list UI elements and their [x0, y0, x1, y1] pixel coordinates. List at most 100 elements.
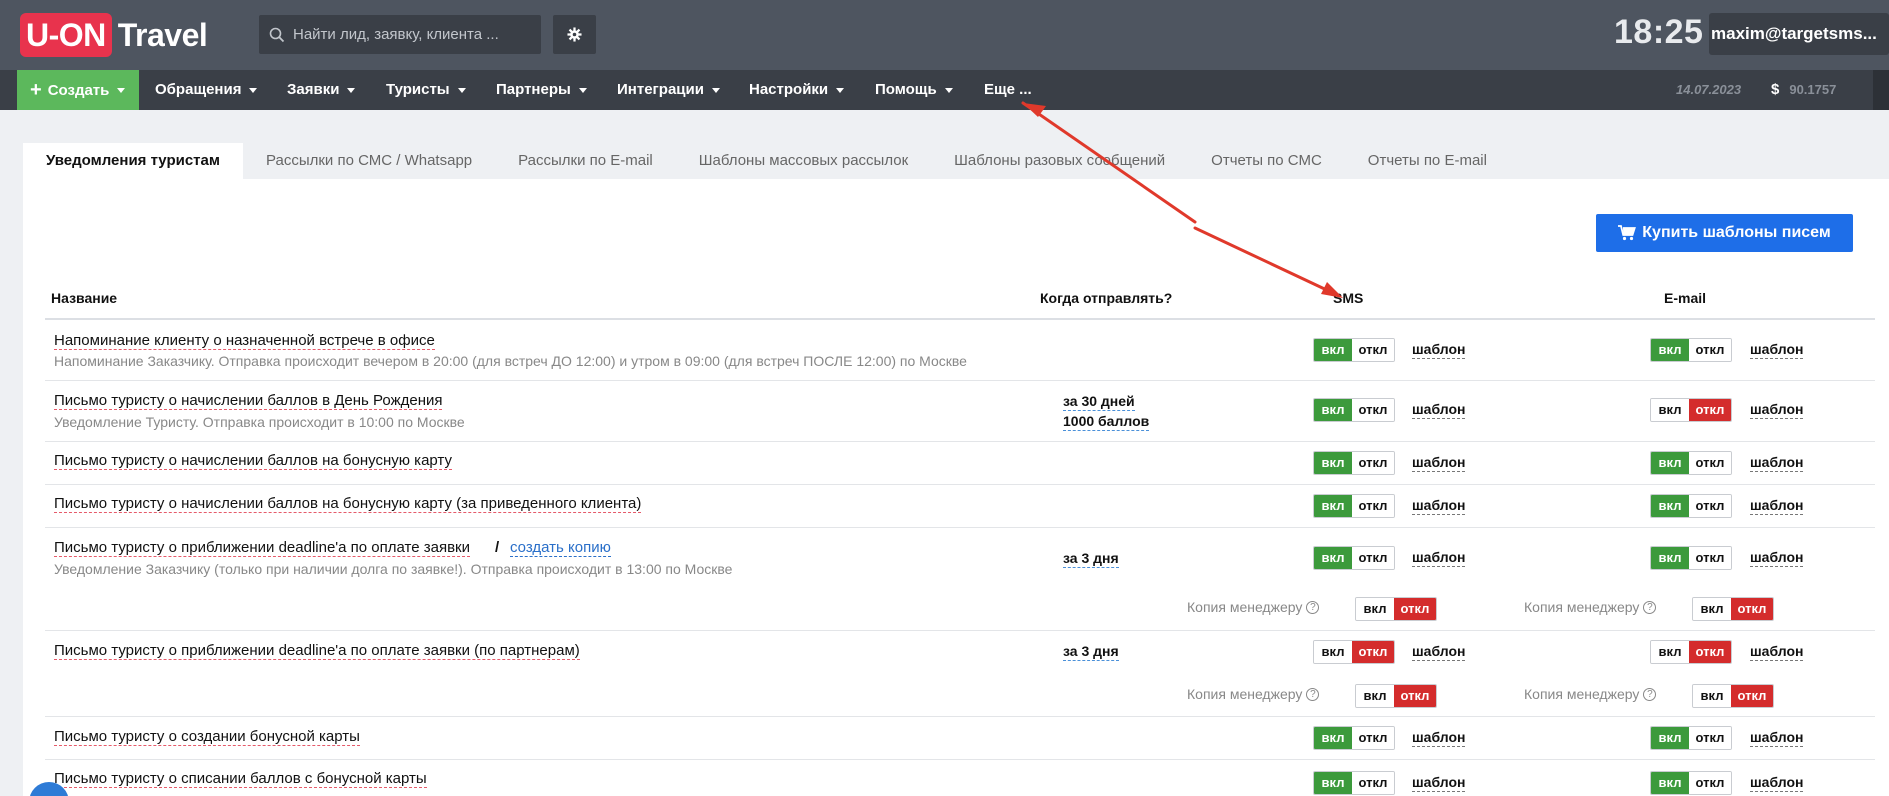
manager-on-option[interactable]: вкл	[1356, 685, 1394, 707]
email-on-option[interactable]: вкл	[1651, 399, 1689, 421]
sms-template-link[interactable]: шаблон	[1412, 401, 1466, 419]
manager-on-option[interactable]: вкл	[1693, 598, 1731, 620]
email-off-option[interactable]: откл	[1689, 772, 1731, 794]
create-button[interactable]: + Создать	[17, 70, 139, 110]
tab-single-templates[interactable]: Шаблоны разовых сообщений	[931, 143, 1188, 179]
sms-on-option[interactable]: вкл	[1314, 772, 1352, 794]
email-toggle[interactable]: вкл откл	[1650, 494, 1732, 518]
tab-email-reports[interactable]: Отчеты по E-mail	[1345, 143, 1510, 179]
sms-on-option[interactable]: вкл	[1314, 452, 1352, 474]
email-template-link[interactable]: шаблон	[1750, 774, 1804, 792]
sms-on-option[interactable]: вкл	[1314, 727, 1352, 749]
sms-on-option[interactable]: вкл	[1314, 399, 1352, 421]
tab-tourist-notifications[interactable]: Уведомления туристам	[23, 143, 243, 179]
email-toggle[interactable]: вкл откл	[1650, 546, 1732, 570]
sms-manager-copy-toggle[interactable]: вкл откл	[1355, 684, 1437, 708]
manager-off-option[interactable]: откл	[1731, 598, 1773, 620]
email-toggle[interactable]: вкл откл	[1650, 451, 1732, 475]
manager-on-option[interactable]: вкл	[1356, 598, 1394, 620]
email-toggle[interactable]: вкл откл	[1650, 640, 1732, 664]
notification-title[interactable]: Напоминание клиенту о назначенной встреч…	[54, 332, 435, 350]
sms-template-link[interactable]: шаблон	[1412, 454, 1466, 472]
email-toggle[interactable]: вкл откл	[1650, 398, 1732, 422]
sms-on-option[interactable]: вкл	[1314, 641, 1352, 663]
email-off-option[interactable]: откл	[1689, 452, 1731, 474]
sms-off-option[interactable]: откл	[1352, 495, 1394, 517]
email-template-link[interactable]: шаблон	[1750, 643, 1804, 661]
menu-item-orders[interactable]: Заявки	[287, 70, 356, 110]
email-toggle[interactable]: вкл откл	[1650, 771, 1732, 795]
sms-toggle[interactable]: вкл откл	[1313, 726, 1395, 750]
send-timing-link[interactable]: за 3 дня	[1063, 550, 1119, 568]
send-timing-link[interactable]: за 30 дней	[1063, 393, 1135, 411]
sms-toggle[interactable]: вкл откл	[1313, 546, 1395, 570]
brand-logo[interactable]: U-ON Travel	[20, 13, 208, 57]
email-toggle[interactable]: вкл откл	[1650, 338, 1732, 362]
email-off-option[interactable]: откл	[1689, 339, 1731, 361]
question-icon[interactable]: ?	[1306, 600, 1320, 614]
user-menu-button[interactable]: maxim@targetsms...	[1709, 13, 1889, 55]
sms-off-option[interactable]: откл	[1352, 339, 1394, 361]
search-input[interactable]	[293, 26, 523, 43]
sms-toggle[interactable]: вкл откл	[1313, 398, 1395, 422]
sms-template-link[interactable]: шаблон	[1412, 497, 1466, 515]
sms-template-link[interactable]: шаблон	[1412, 341, 1466, 359]
sms-on-option[interactable]: вкл	[1314, 495, 1352, 517]
manager-off-option[interactable]: откл	[1394, 598, 1436, 620]
menu-item-more[interactable]: Еще ...	[984, 70, 1032, 110]
notification-title[interactable]: Письмо туристу о создании бонусной карты	[54, 728, 360, 746]
email-manager-copy-toggle[interactable]: вкл откл	[1692, 684, 1774, 708]
points-amount-link[interactable]: 1000 баллов	[1063, 413, 1150, 431]
email-on-option[interactable]: вкл	[1651, 772, 1689, 794]
email-template-link[interactable]: шаблон	[1750, 729, 1804, 747]
settings-button[interactable]	[553, 15, 596, 54]
notification-title[interactable]: Письмо туристу о списании баллов с бонус…	[54, 770, 427, 788]
menu-item-tourists[interactable]: Туристы	[386, 70, 466, 110]
email-toggle[interactable]: вкл откл	[1650, 726, 1732, 750]
email-template-link[interactable]: шаблон	[1750, 401, 1804, 419]
buy-templates-button[interactable]: Купить шаблоны писем	[1596, 214, 1853, 252]
menu-item-help[interactable]: Помощь	[875, 70, 953, 110]
email-template-link[interactable]: шаблон	[1750, 341, 1804, 359]
menu-item-settings[interactable]: Настройки	[749, 70, 845, 110]
sms-off-option[interactable]: откл	[1352, 641, 1394, 663]
email-template-link[interactable]: шаблон	[1750, 497, 1804, 515]
email-off-option[interactable]: откл	[1689, 495, 1731, 517]
sms-toggle[interactable]: вкл откл	[1313, 494, 1395, 518]
sms-template-link[interactable]: шаблон	[1412, 643, 1466, 661]
sms-off-option[interactable]: откл	[1352, 452, 1394, 474]
email-template-link[interactable]: шаблон	[1750, 549, 1804, 567]
sms-template-link[interactable]: шаблон	[1412, 774, 1466, 792]
search-box[interactable]	[259, 15, 541, 54]
sms-on-option[interactable]: вкл	[1314, 547, 1352, 569]
email-template-link[interactable]: шаблон	[1750, 454, 1804, 472]
notification-title[interactable]: Письмо туристу о начислении баллов на бо…	[54, 452, 452, 470]
manager-on-option[interactable]: вкл	[1693, 685, 1731, 707]
email-on-option[interactable]: вкл	[1651, 547, 1689, 569]
email-on-option[interactable]: вкл	[1651, 339, 1689, 361]
notification-title[interactable]: Письмо туристу о приближении deadline'а …	[54, 539, 471, 557]
email-on-option[interactable]: вкл	[1651, 495, 1689, 517]
sms-on-option[interactable]: вкл	[1314, 339, 1352, 361]
sms-off-option[interactable]: откл	[1352, 399, 1394, 421]
email-on-option[interactable]: вкл	[1651, 641, 1689, 663]
sms-toggle[interactable]: вкл откл	[1313, 338, 1395, 362]
email-off-option[interactable]: откл	[1689, 727, 1731, 749]
sms-template-link[interactable]: шаблон	[1412, 549, 1466, 567]
email-on-option[interactable]: вкл	[1651, 452, 1689, 474]
tab-bulk-templates[interactable]: Шаблоны массовых рассылок	[676, 143, 931, 179]
email-off-option[interactable]: откл	[1689, 399, 1731, 421]
question-icon[interactable]: ?	[1643, 600, 1657, 614]
email-off-option[interactable]: откл	[1689, 641, 1731, 663]
tab-sms-reports[interactable]: Отчеты по СМС	[1188, 143, 1345, 179]
notification-title[interactable]: Письмо туристу о приближении deadline'а …	[54, 642, 580, 660]
email-off-option[interactable]: откл	[1689, 547, 1731, 569]
notification-title[interactable]: Письмо туристу о начислении баллов в Ден…	[54, 392, 443, 410]
sms-toggle[interactable]: вкл откл	[1313, 451, 1395, 475]
sms-toggle[interactable]: вкл откл	[1313, 640, 1395, 664]
tab-sms-whatsapp[interactable]: Рассылки по СМС / Whatsapp	[243, 143, 495, 179]
create-copy-link[interactable]: создать копию	[510, 539, 611, 557]
manager-off-option[interactable]: откл	[1394, 685, 1436, 707]
email-manager-copy-toggle[interactable]: вкл откл	[1692, 597, 1774, 621]
sms-off-option[interactable]: откл	[1352, 727, 1394, 749]
